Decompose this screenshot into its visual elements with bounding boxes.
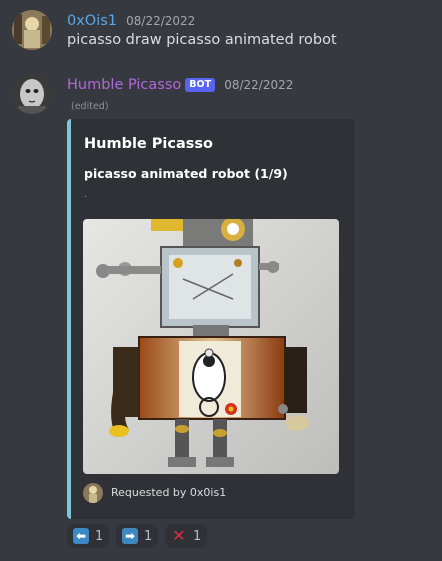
reaction-count: 1 (95, 528, 104, 544)
embed-title: Humble Picasso (84, 136, 213, 152)
timestamp: 08/22/2022 (224, 78, 294, 92)
footer-text: Requested by 0x0is1 (111, 486, 227, 499)
reaction-arrow-right[interactable]: ➡ 1 (116, 524, 159, 548)
embed-image[interactable] (83, 219, 339, 474)
reaction-cross-mark[interactable]: ✕ 1 (165, 524, 208, 548)
arrow-right-icon: ➡ (122, 528, 138, 544)
bot-tag: BOT (185, 78, 216, 92)
bot-avatar[interactable] (12, 74, 52, 114)
embed: Humble Picasso picasso animated robot (1… (67, 119, 355, 519)
arrow-left-icon: ⬅ (73, 528, 89, 544)
reaction-arrow-left[interactable]: ⬅ 1 (67, 524, 110, 548)
cross-mark-icon: ✕ (172, 526, 186, 545)
message-2: Humble Picasso BOT 08/22/2022 (edited) Hu… (0, 0, 442, 561)
requester-avatar-icon (83, 483, 103, 503)
reaction-count: 1 (193, 528, 202, 544)
embed-description: picasso animated robot (1/9) (84, 166, 288, 181)
edited-label: (edited) (71, 101, 109, 112)
reaction-count: 1 (144, 528, 153, 544)
username[interactable]: Humble Picasso (67, 77, 181, 93)
embed-spacer: . (84, 189, 88, 200)
